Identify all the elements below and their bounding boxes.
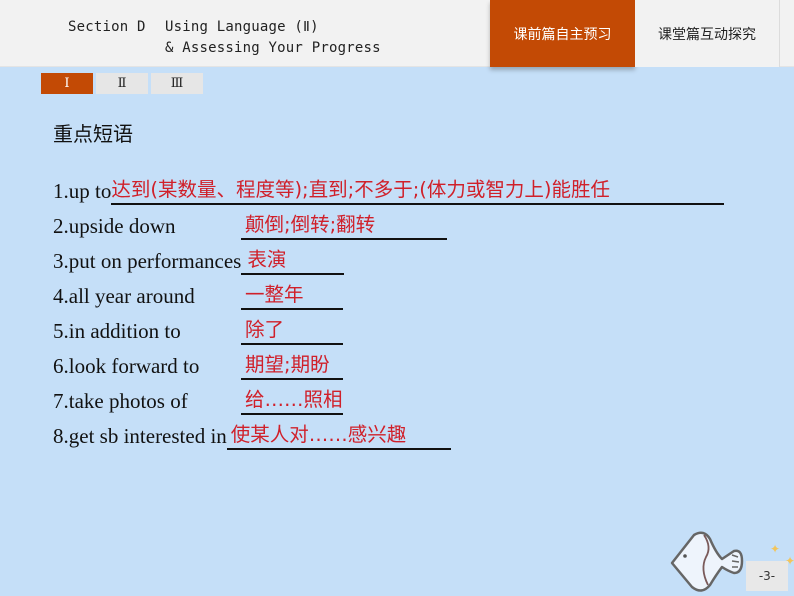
- answer-blank: 表演: [241, 245, 345, 275]
- phrase-text: 1.up to: [53, 179, 112, 203]
- answer-text: 使某人对……感兴趣: [230, 423, 407, 446]
- phrase-text: 8.get sb interested in: [53, 424, 227, 448]
- answer-blank: 使某人对……感兴趣: [226, 420, 451, 450]
- section-label: Section D: [68, 19, 146, 35]
- phrase-row: 6.look forward to 期望;期盼: [53, 345, 724, 380]
- phrase-row: 2.upside down 颠倒;倒转;翻转: [53, 205, 724, 240]
- phrase-row: 3.put on performances 表演: [53, 240, 724, 275]
- phrase-list: 1.up to 达到(某数量、程度等);直到;不多于;(体力或智力上)能胜任 2…: [53, 170, 725, 450]
- section-heading: 重点短语: [53, 122, 133, 146]
- page-number: -3-: [746, 561, 788, 591]
- answer-text: 颠倒;倒转;翻转: [245, 213, 376, 236]
- phrase-row: 7.take photos of 给……照相: [53, 380, 724, 415]
- phrase-text: 3.put on performances: [53, 249, 242, 273]
- answer-text: 达到(某数量、程度等);直到;不多于;(体力或智力上)能胜任: [111, 178, 610, 201]
- answer-text: 给……照相: [245, 388, 343, 411]
- section-tab-3[interactable]: Ⅲ: [151, 73, 203, 94]
- answer-blank: 给……照相: [241, 385, 343, 415]
- tab-in-class-exploration[interactable]: 课堂篇互动探究: [635, 0, 780, 67]
- title-line-2: & Assessing Your Progress: [165, 40, 381, 56]
- answer-blank: 颠倒;倒转;翻转: [241, 210, 447, 240]
- tab-pre-class-preview[interactable]: 课前篇自主预习: [490, 0, 635, 67]
- answer-blank: 除了: [241, 315, 343, 345]
- phrase-row: 1.up to 达到(某数量、程度等);直到;不多于;(体力或智力上)能胜任: [53, 170, 725, 205]
- star-icon: ✦: [770, 542, 781, 556]
- answer-blank: 期望;期盼: [241, 350, 343, 380]
- header-bar: Section D Using Language (Ⅱ) & Assessing…: [0, 0, 794, 67]
- phrase-text: 7.take photos of: [53, 389, 188, 413]
- answer-text: 除了: [245, 318, 285, 341]
- phrase-text: 6.look forward to: [53, 354, 200, 378]
- answer-text: 表演: [247, 248, 287, 271]
- answer-blank: 达到(某数量、程度等);直到;不多于;(体力或智力上)能胜任: [111, 175, 725, 205]
- phrase-text: 2.upside down: [53, 214, 176, 238]
- section-tab-1[interactable]: Ⅰ: [41, 73, 93, 94]
- section-tab-2[interactable]: Ⅱ: [96, 73, 148, 94]
- fish-icon: [670, 531, 744, 592]
- phrase-text: 4.all year around: [53, 284, 195, 308]
- section-tabs: Ⅰ Ⅱ Ⅲ: [41, 73, 203, 94]
- answer-text: 一整年: [245, 283, 304, 306]
- title-line-1: Using Language (Ⅱ): [165, 19, 319, 35]
- answer-text: 期望;期盼: [245, 353, 330, 376]
- phrase-row: 4.all year around 一整年: [53, 275, 724, 310]
- phrase-row: 8.get sb interested in 使某人对……感兴趣: [53, 415, 724, 450]
- phrase-text: 5.in addition to: [53, 319, 181, 343]
- phrase-row: 5.in addition to 除了: [53, 310, 724, 345]
- lesson-title: Section D Using Language (Ⅱ) & Assessing…: [68, 17, 381, 59]
- answer-blank: 一整年: [241, 280, 343, 310]
